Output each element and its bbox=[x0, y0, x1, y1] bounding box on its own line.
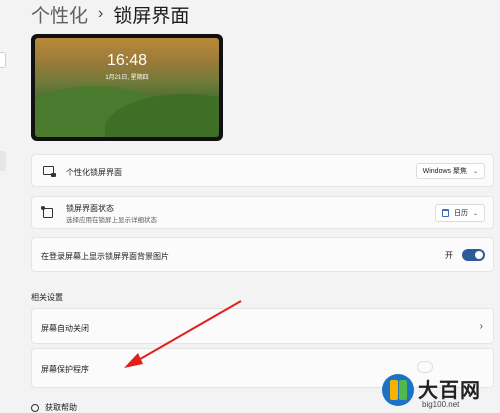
screen-timeout-label: 屏幕自动关闭 bbox=[41, 324, 89, 333]
page-title: 锁屏界面 bbox=[113, 5, 190, 27]
watermark-logo bbox=[382, 374, 414, 406]
watermark: 大百网 big100.net bbox=[382, 370, 500, 413]
breadcrumb: 个性化 › 锁屏界面 bbox=[31, 1, 190, 28]
preview-wallpaper: 16:48 1月21日, 星期四 bbox=[35, 38, 219, 137]
watermark-url: big100.net bbox=[422, 400, 460, 409]
preview-clock: 16:48 bbox=[106, 52, 148, 69]
status-description: 选择应用在锁屏上显示详细状态 bbox=[66, 217, 157, 224]
chevron-down-icon: ⌄ bbox=[472, 210, 478, 217]
help-icon bbox=[31, 403, 39, 412]
status-app-dropdown[interactable]: 日历 ⌄ bbox=[434, 204, 485, 222]
lock-screen-personalize-row: 个性化锁屏界面 Windows 聚焦 ⌄ bbox=[31, 154, 494, 187]
status-icon bbox=[41, 206, 53, 218]
calendar-icon bbox=[441, 209, 449, 217]
related-settings-heading: 相关设置 bbox=[31, 293, 63, 302]
chevron-down-icon: ⌄ bbox=[472, 168, 478, 175]
get-help-label: 获取帮助 bbox=[45, 403, 77, 412]
preview-date: 1月21日, 星期四 bbox=[105, 75, 149, 81]
watermark-title: 大百网 bbox=[418, 380, 481, 402]
lock-screen-icon bbox=[43, 166, 56, 177]
lock-screen-preview: 16:48 1月21日, 星期四 bbox=[31, 34, 223, 141]
search-box-edge[interactable] bbox=[0, 52, 6, 68]
nav-selected-item[interactable] bbox=[0, 151, 6, 171]
login-background-toggle[interactable] bbox=[462, 249, 485, 261]
lock-screen-status-row: 锁屏界面状态 选择应用在锁屏上显示详细状态 日历 ⌄ bbox=[31, 196, 494, 229]
lock-screen-dropdown[interactable]: Windows 聚焦 ⌄ bbox=[415, 163, 485, 179]
chevron-right-icon: › bbox=[98, 5, 104, 22]
left-nav-pane bbox=[0, 0, 14, 413]
screen-timeout-row[interactable]: 屏幕自动关闭 › bbox=[31, 308, 494, 344]
get-help-link[interactable]: 获取帮助 bbox=[31, 402, 77, 413]
status-app-value: 日历 bbox=[453, 210, 468, 217]
chevron-right-icon: › bbox=[479, 321, 483, 332]
login-background-label: 在登录屏幕上显示锁屏界面背景图片 bbox=[41, 252, 169, 261]
status-label: 锁屏界面状态 bbox=[66, 204, 114, 213]
login-background-row: 在登录屏幕上显示锁屏界面背景图片 开 bbox=[31, 237, 494, 272]
lock-screen-dropdown-value: Windows 聚焦 bbox=[422, 168, 467, 175]
toggle-state-label: 开 bbox=[445, 251, 453, 260]
breadcrumb-parent[interactable]: 个性化 bbox=[31, 1, 88, 28]
lock-screen-label: 个性化锁屏界面 bbox=[66, 168, 122, 177]
screensaver-label: 屏幕保护程序 bbox=[41, 365, 89, 374]
settings-window: 个性化 › 锁屏界面 16:48 1月21日, 星期四 个性化锁屏界面 Wind… bbox=[0, 0, 500, 413]
